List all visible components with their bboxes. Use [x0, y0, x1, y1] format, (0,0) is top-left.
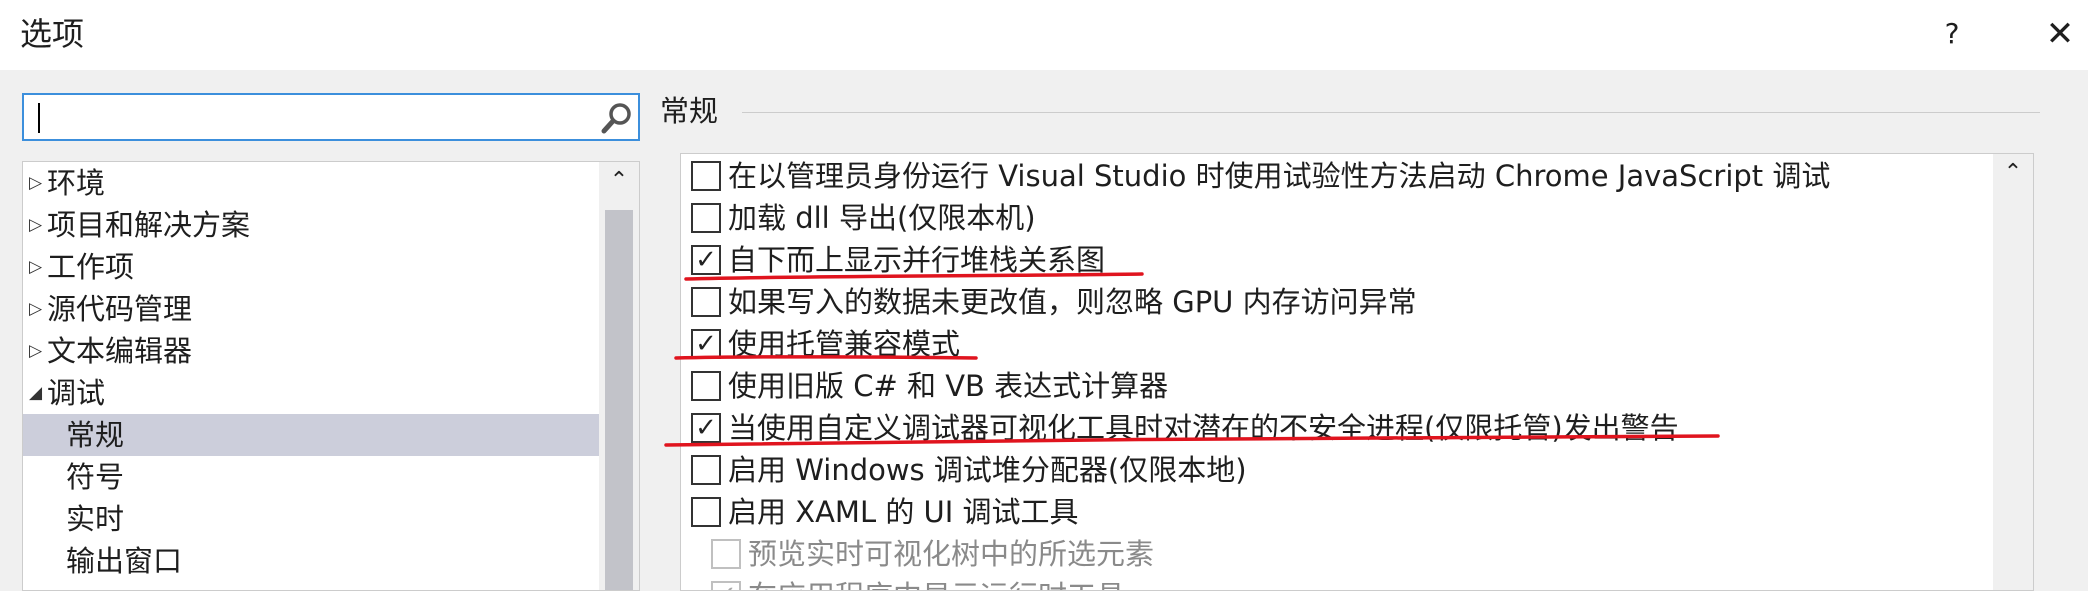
tree-item-label: 常规: [66, 418, 125, 452]
tree-item-label: 项目和解决方案: [47, 208, 251, 242]
checkbox[interactable]: [691, 497, 721, 527]
expand-arrow-icon[interactable]: ▷: [29, 330, 45, 372]
option-label: 如果写入的数据未更改值，则忽略 GPU 内存访问异常: [728, 285, 1417, 319]
tree-item-text-editor[interactable]: ▷ 文本编辑器: [23, 330, 599, 372]
option-label: 在应用程序中显示运行时工具: [748, 575, 1125, 590]
tree-item-environment[interactable]: ▷ 环境: [23, 162, 599, 204]
expand-arrow-icon[interactable]: ▷: [29, 246, 45, 288]
checkbox[interactable]: ✓: [691, 413, 721, 443]
checkbox[interactable]: [691, 203, 721, 233]
tree-item-label: 输出窗口: [66, 544, 183, 578]
checkbox[interactable]: [691, 455, 721, 485]
option-label: 加载 dll 导出(仅限本机): [728, 201, 1036, 235]
option-label: 当使用自定义调试器可视化工具时对潜在的不安全进程(仅限托管)发出警告: [728, 411, 1679, 445]
section-title: 常规: [660, 94, 719, 128]
checkbox[interactable]: [691, 287, 721, 317]
tree-scrollbar[interactable]: ⌃: [599, 162, 639, 590]
search-icon[interactable]: [600, 101, 634, 135]
option-label: 启用 Windows 调试堆分配器(仅限本地): [728, 453, 1247, 487]
tree-item-label: 环境: [47, 166, 106, 200]
options-scrollbar[interactable]: ⌃: [1993, 154, 2033, 590]
options-tree: ▷ 环境 ▷ 项目和解决方案 ▷ 工作项 ▷ 源代码管理 ▷ 文本编辑器 ◢ 调…: [22, 161, 640, 591]
tree-item-just-in-time[interactable]: 实时: [23, 498, 599, 540]
search-input[interactable]: [22, 93, 640, 141]
tree-item-output-window[interactable]: 输出窗口: [23, 540, 599, 582]
expand-arrow-icon[interactable]: ▷: [29, 162, 45, 204]
tree-list: ▷ 环境 ▷ 项目和解决方案 ▷ 工作项 ▷ 源代码管理 ▷ 文本编辑器 ◢ 调…: [23, 162, 599, 582]
option-label: 预览实时可视化树中的所选元素: [748, 537, 1155, 571]
tree-item-label: 实时: [66, 502, 125, 536]
title-bar: 选项 ? ✕: [0, 0, 2088, 70]
checkbox[interactable]: ✓: [691, 245, 721, 275]
options-panel: 在以管理员身份运行 Visual Studio 时使用试验性方法启动 Chrom…: [680, 153, 2034, 591]
checkbox[interactable]: [711, 539, 741, 569]
text-caret: [38, 103, 40, 133]
help-button[interactable]: ?: [1934, 14, 1970, 54]
checkbox[interactable]: ✓: [711, 581, 741, 590]
checkbox[interactable]: ✓: [691, 329, 721, 359]
section-divider: [742, 112, 2040, 113]
tree-item-label: 工作项: [47, 250, 135, 284]
checkbox[interactable]: [691, 161, 721, 191]
scrollbar-thumb[interactable]: [605, 210, 633, 590]
option-label: 使用旧版 C# 和 VB 表达式计算器: [728, 369, 1169, 403]
tree-item-symbols[interactable]: 符号: [23, 456, 599, 498]
tree-item-general[interactable]: 常规: [23, 414, 599, 456]
close-icon[interactable]: ✕: [2040, 12, 2080, 56]
tree-item-label: 源代码管理: [47, 292, 193, 326]
option-label: 启用 XAML 的 UI 调试工具: [728, 495, 1079, 529]
option-label: 使用托管兼容模式: [728, 327, 961, 361]
tree-item-label: 调试: [47, 376, 106, 410]
tree-item-source-control[interactable]: ▷ 源代码管理: [23, 288, 599, 330]
tree-item-label: 符号: [66, 460, 125, 494]
option-label: 在以管理员身份运行 Visual Studio 时使用试验性方法启动 Chrom…: [728, 159, 1831, 193]
scroll-up-icon[interactable]: ⌃: [599, 166, 639, 196]
tree-item-label: 文本编辑器: [47, 334, 193, 368]
window-title: 选项: [20, 15, 85, 53]
tree-item-debugging[interactable]: ◢ 调试: [23, 372, 599, 414]
tree-item-work-items[interactable]: ▷ 工作项: [23, 246, 599, 288]
expand-arrow-icon[interactable]: ▷: [29, 204, 45, 246]
scroll-up-icon[interactable]: ⌃: [1993, 158, 2033, 188]
expand-arrow-icon[interactable]: ▷: [29, 288, 45, 330]
tree-item-projects-solutions[interactable]: ▷ 项目和解决方案: [23, 204, 599, 246]
collapse-arrow-icon[interactable]: ◢: [29, 372, 45, 414]
checkbox[interactable]: [691, 371, 721, 401]
option-label: 自下而上显示并行堆栈关系图: [728, 243, 1106, 277]
